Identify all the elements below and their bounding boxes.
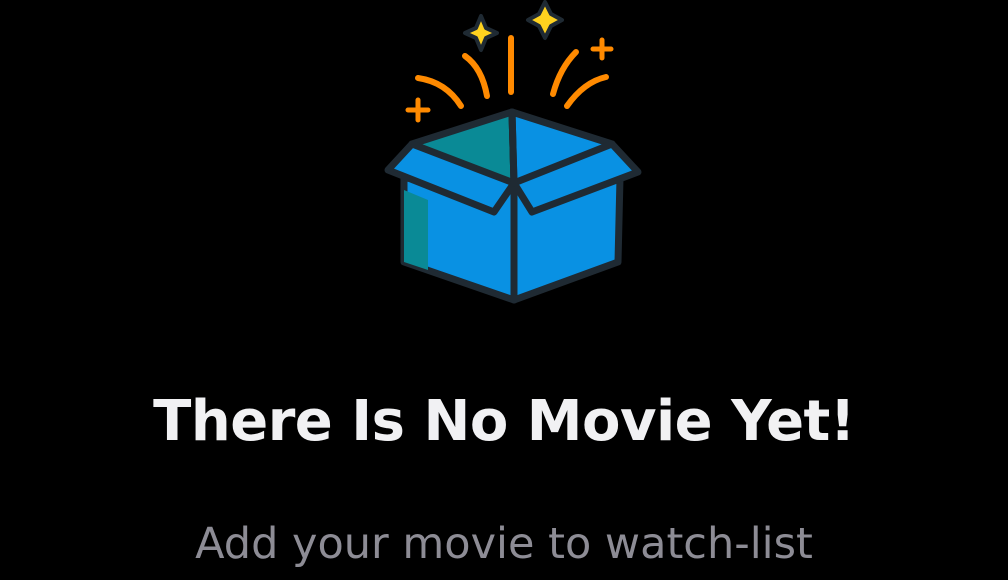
box — [384, 108, 642, 304]
empty-state-title: There Is No Movie Yet! — [153, 389, 855, 454]
empty-state-subtitle: Add your movie to watch-list — [195, 519, 813, 569]
open-box-icon — [384, 0, 642, 304]
burst-lines — [415, 35, 609, 109]
empty-state: There Is No Movie Yet! Add your movie to… — [0, 0, 1008, 580]
